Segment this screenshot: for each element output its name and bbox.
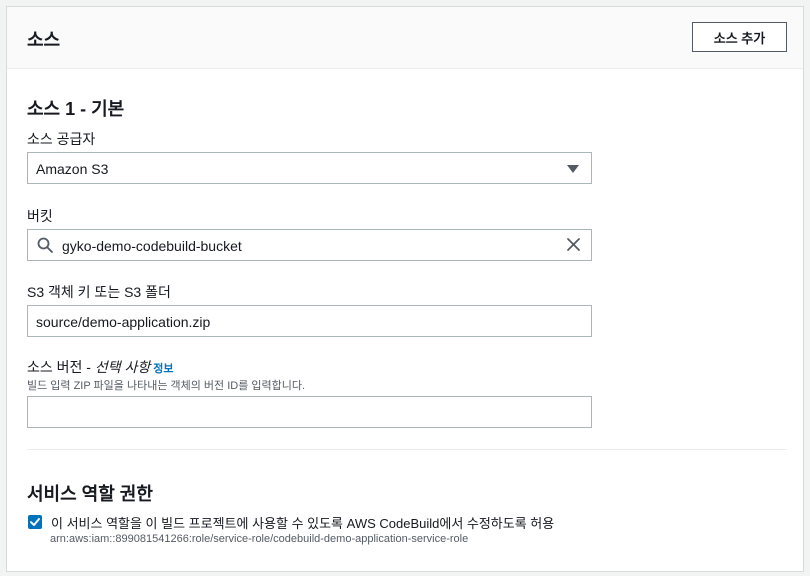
object-key-input[interactable]: source/demo-application.zip: [27, 305, 592, 337]
checkmark-icon: [30, 518, 40, 526]
service-role-section-title: 서비스 역할 권한: [27, 484, 153, 504]
allow-modify-role-label[interactable]: 이 서비스 역할을 이 빌드 프로젝트에 사용할 수 있도록 AWS CodeB…: [51, 513, 554, 532]
bucket-search-input[interactable]: gyko-demo-codebuild-bucket: [27, 229, 592, 261]
object-key-value: source/demo-application.zip: [36, 314, 211, 330]
bucket-value: gyko-demo-codebuild-bucket: [62, 238, 242, 254]
source-panel: 소스 소스 추가 소스 1 - 기본 소스 공급자 Amazon S3 버킷 g…: [6, 6, 804, 572]
object-key-label: S3 객체 키 또는 S3 폴더: [27, 284, 171, 300]
source-provider-label: 소스 공급자: [27, 131, 96, 147]
add-source-button[interactable]: 소스 추가: [692, 22, 787, 52]
panel-header: 소스 소스 추가: [7, 7, 803, 69]
close-icon[interactable]: [566, 237, 581, 252]
source-version-description: 빌드 입력 ZIP 파일을 나타내는 객체의 버전 ID를 입력합니다.: [27, 380, 306, 392]
source-provider-select[interactable]: Amazon S3: [27, 152, 592, 184]
panel-title: 소스: [27, 30, 61, 50]
source-section-title: 소스 1 - 기본: [27, 99, 125, 119]
source-provider-value: Amazon S3: [36, 161, 109, 177]
caret-down-icon: [567, 165, 579, 173]
allow-modify-role-checkbox[interactable]: [28, 515, 42, 529]
source-version-label-text: 소스 버전 -: [27, 359, 95, 375]
bucket-label: 버킷: [27, 208, 53, 224]
info-link[interactable]: 정보: [153, 363, 173, 375]
source-version-label: 소스 버전 - 선택 사항 정보: [27, 357, 174, 377]
service-role-arn: arn:aws:iam::899081541266:role/service-r…: [50, 533, 469, 545]
section-divider: [27, 449, 787, 450]
search-icon: [37, 237, 53, 253]
source-version-input[interactable]: [27, 396, 592, 428]
optional-label: 선택 사항: [94, 359, 151, 375]
